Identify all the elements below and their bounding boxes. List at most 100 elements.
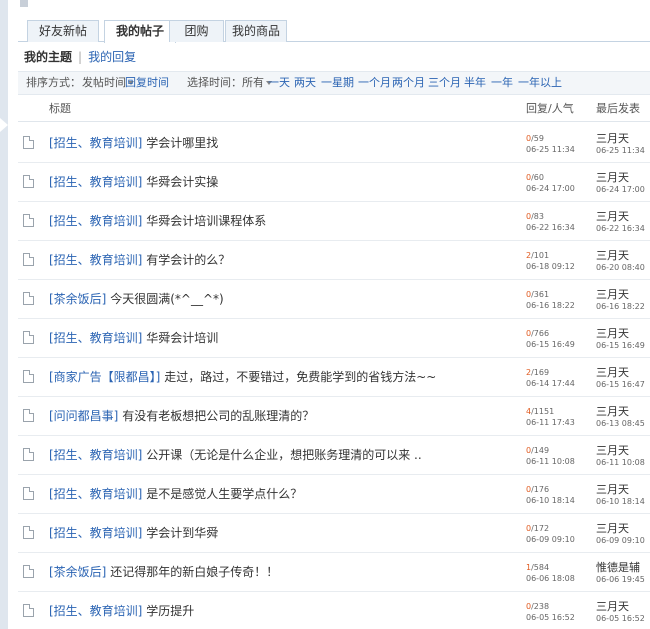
document-icon <box>23 370 34 383</box>
range-one-week[interactable]: 一星期 <box>321 72 354 94</box>
thread-category[interactable]: [茶余饭后] <box>49 292 106 306</box>
thread-category[interactable]: [招生、教育培训] <box>49 448 142 462</box>
thread-category[interactable]: [招生、教育培训] <box>49 487 142 501</box>
tab-friends-posts[interactable]: 好友新帖 <box>27 20 99 42</box>
thread-category[interactable]: [招生、教育培训] <box>49 253 142 267</box>
thread-title: [招生、教育培训] 是不是感觉人生要学点什么？ <box>49 487 302 501</box>
table-row: [招生、教育培训] 是不是感觉人生要学点什么？ 0/176 06-10 18:14… <box>18 475 650 514</box>
subtab-my-threads[interactable]: 我的主题 <box>24 50 72 64</box>
last-poster[interactable]: 三月天 <box>596 405 629 418</box>
tab-my-posts[interactable]: 我的帖子 <box>104 20 176 43</box>
thread-category[interactable]: [招生、教育培训] <box>49 175 142 189</box>
thread-title-link[interactable]: 走过，路过，不要错过，免费能学到的省钱方法~~ <box>164 370 436 384</box>
range-two-months[interactable]: 两个月 <box>392 72 425 94</box>
last-poster[interactable]: 三月天 <box>596 327 629 340</box>
sub-navigation: 我的主题 | 我的回复 <box>24 50 136 64</box>
reply-count: 4 <box>526 407 532 416</box>
last-post: 三月天 06-15 16:47 <box>596 367 645 390</box>
range-over-one-year[interactable]: 一年以上 <box>518 72 562 94</box>
last-post-time[interactable]: 06-20 08:40 <box>596 263 645 272</box>
view-count: 584 <box>533 563 550 572</box>
range-one-year[interactable]: 一年 <box>491 72 513 94</box>
thread-title-link[interactable]: 华舜会计实操 <box>146 175 218 189</box>
reply-views: 0/238 06-05 16:52 <box>526 602 575 622</box>
last-poster[interactable]: 三月天 <box>596 249 629 262</box>
thread-category[interactable]: [商家广告【限都昌】] <box>49 370 160 384</box>
thread-title-link[interactable]: 学会计到华舜 <box>146 526 218 540</box>
thread-category[interactable]: [招生、教育培训] <box>49 604 142 618</box>
thread-title: [茶余饭后] 今天很圆满(*^__^*) <box>49 292 224 306</box>
reply-views: 0/176 06-10 18:14 <box>526 485 575 505</box>
last-poster[interactable]: 三月天 <box>596 132 629 145</box>
thread-category[interactable]: [茶余饭后] <box>49 565 106 579</box>
table-row: [问问都昌事] 有没有老板想把公司的乱账理清的？ 4/1151 06-11 17:… <box>18 397 650 436</box>
last-post-time[interactable]: 06-06 19:45 <box>596 575 645 584</box>
thread-category[interactable]: [招生、教育培训] <box>49 214 142 228</box>
tab-group-buy[interactable]: 团购 <box>169 20 224 42</box>
thread-title-link[interactable]: 华舜会计培训课程体系 <box>146 214 266 228</box>
left-sidebar-edge <box>0 0 8 629</box>
reply-views: 0/766 06-15 16:49 <box>526 329 575 349</box>
thread-category[interactable]: [问问都昌事] <box>49 409 118 423</box>
active-panel-pointer <box>0 118 8 132</box>
view-count: 176 <box>533 485 550 494</box>
subtab-my-replies[interactable]: 我的回复 <box>88 50 136 64</box>
thread-category[interactable]: [招生、教育培训] <box>49 526 142 540</box>
last-post: 三月天 06-13 08:45 <box>596 406 645 429</box>
thread-title-link[interactable]: 华舜会计培训 <box>146 331 218 345</box>
table-row: [茶余饭后] 今天很圆满(*^__^*) 0/361 06-16 18:22 三月… <box>18 280 650 319</box>
last-post: 三月天 06-16 18:22 <box>596 289 645 312</box>
range-one-month[interactable]: 一个月 <box>358 72 391 94</box>
thread-title-link[interactable]: 有没有老板想把公司的乱账理清的？ <box>122 409 314 423</box>
time-label: 选择时间： <box>187 76 242 89</box>
last-post-time[interactable]: 06-09 09:10 <box>596 536 645 545</box>
avatar <box>20 0 28 7</box>
last-post-time[interactable]: 06-22 16:34 <box>596 224 645 233</box>
thread-category[interactable]: [招生、教育培训] <box>49 331 142 345</box>
header-last-post: 最后发表 <box>596 102 640 115</box>
last-poster[interactable]: 三月天 <box>596 288 629 301</box>
last-post-time[interactable]: 06-05 16:52 <box>596 614 645 623</box>
post-time: 06-11 10:08 <box>526 457 575 466</box>
range-half-year[interactable]: 半年 <box>464 72 486 94</box>
last-poster[interactable]: 三月天 <box>596 210 629 223</box>
reply-count: 0 <box>526 485 532 494</box>
last-poster[interactable]: 三月天 <box>596 171 629 184</box>
last-post-time[interactable]: 06-24 17:00 <box>596 185 645 194</box>
last-poster[interactable]: 三月天 <box>596 444 629 457</box>
last-poster[interactable]: 惟德是辅 <box>596 561 640 574</box>
tab-my-goods[interactable]: 我的商品 <box>225 20 287 42</box>
range-one-day[interactable]: 一天 <box>268 72 290 94</box>
range-two-days[interactable]: 两天 <box>294 72 316 94</box>
thread-title-link[interactable]: 今天很圆满(*^__^*) <box>110 292 223 306</box>
last-post-time[interactable]: 06-13 08:45 <box>596 419 645 428</box>
thread-category[interactable]: [招生、教育培训] <box>49 136 142 150</box>
last-post-time[interactable]: 06-25 11:34 <box>596 146 645 155</box>
thread-title-link[interactable]: 学会计哪里找 <box>146 136 218 150</box>
thread-title: [问问都昌事] 有没有老板想把公司的乱账理清的？ <box>49 409 314 423</box>
document-icon <box>23 448 34 461</box>
thread-title-link[interactable]: 公开课（无论是什么企业，想把账务理清的可以来 .. <box>146 448 421 462</box>
table-header: 标题 回复/人气 最后发表 <box>18 98 650 122</box>
range-three-months[interactable]: 三个月 <box>428 72 461 94</box>
last-post-time[interactable]: 06-15 16:47 <box>596 380 645 389</box>
thread-title-link[interactable]: 是不是感觉人生要学点什么？ <box>146 487 302 501</box>
last-poster[interactable]: 三月天 <box>596 366 629 379</box>
last-poster[interactable]: 三月天 <box>596 600 629 613</box>
reply-count: 2 <box>526 251 532 260</box>
thread-title-link[interactable]: 有学会计的么？ <box>146 253 230 267</box>
last-poster[interactable]: 三月天 <box>596 483 629 496</box>
post-time: 06-14 17:44 <box>526 379 575 388</box>
last-post-time[interactable]: 06-11 10:08 <box>596 458 645 467</box>
thread-title: [招生、教育培训] 学历提升 <box>49 604 194 618</box>
thread-title-link[interactable]: 学历提升 <box>146 604 194 618</box>
post-time: 06-11 17:43 <box>526 418 575 427</box>
last-post-time[interactable]: 06-10 18:14 <box>596 497 645 506</box>
post-time: 06-15 16:49 <box>526 340 575 349</box>
thread-title-link[interactable]: 还记得那年的新白娘子传奇！！ <box>110 565 278 579</box>
last-post-time[interactable]: 06-15 16:49 <box>596 341 645 350</box>
document-icon <box>23 331 34 344</box>
last-post-time[interactable]: 06-16 18:22 <box>596 302 645 311</box>
sort-by-reply-time[interactable]: 回复时间 <box>125 72 169 94</box>
last-poster[interactable]: 三月天 <box>596 522 629 535</box>
